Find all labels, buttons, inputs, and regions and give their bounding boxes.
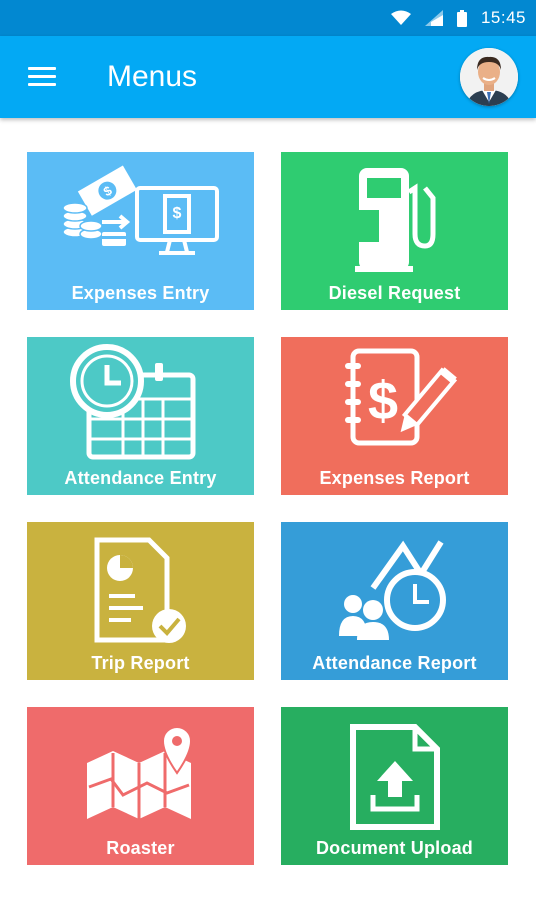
tile-attendance-entry[interactable]: Attendance Entry — [27, 337, 254, 495]
tile-trip-report[interactable]: Trip Report — [27, 522, 254, 680]
tile-label: Expenses Report — [319, 468, 470, 488]
svg-text:$: $ — [368, 371, 398, 431]
svg-text:$: $ — [173, 205, 182, 222]
dollar-notebook-icon: $ — [345, 348, 458, 446]
battery-icon — [456, 9, 467, 27]
clock-calendar-icon — [70, 344, 196, 460]
tile-label: Expenses Entry — [71, 283, 210, 303]
report-chart-icon — [94, 537, 186, 643]
document-upload-icon — [350, 724, 440, 830]
wifi-icon — [390, 10, 411, 25]
tile-roaster[interactable]: Roaster — [27, 707, 254, 865]
expenses-entry-icon: $ $ — [62, 165, 219, 255]
tile-label: Attendance Report — [312, 653, 477, 673]
tile-expenses-entry[interactable]: $ $ Expenses Entry — [27, 152, 254, 310]
map-pin-icon — [87, 726, 193, 819]
tile-label: Document Upload — [315, 838, 473, 858]
avatar[interactable] — [460, 48, 518, 106]
fuel-pump-icon — [355, 168, 436, 272]
tile-label: Trip Report — [91, 653, 190, 673]
signal-icon — [424, 10, 443, 26]
app-bar: Menus — [0, 36, 536, 118]
tile-label: Attendance Entry — [64, 468, 217, 488]
tile-attendance-report[interactable]: Attendance Report — [281, 522, 508, 680]
tile-expenses-report[interactable]: $ Expenses Report — [281, 337, 508, 495]
users-clock-chart-icon — [339, 540, 446, 640]
tile-label: Roaster — [106, 838, 175, 858]
status-bar: 15:45 — [0, 0, 536, 36]
tile-document-upload[interactable]: Document Upload — [281, 707, 508, 865]
tile-diesel-request[interactable]: Diesel Request — [281, 152, 508, 310]
hamburger-menu-icon[interactable] — [28, 67, 56, 87]
tile-label: Diesel Request — [328, 283, 461, 303]
status-time: 15:45 — [480, 8, 526, 27]
page-title: Menus — [107, 60, 198, 93]
